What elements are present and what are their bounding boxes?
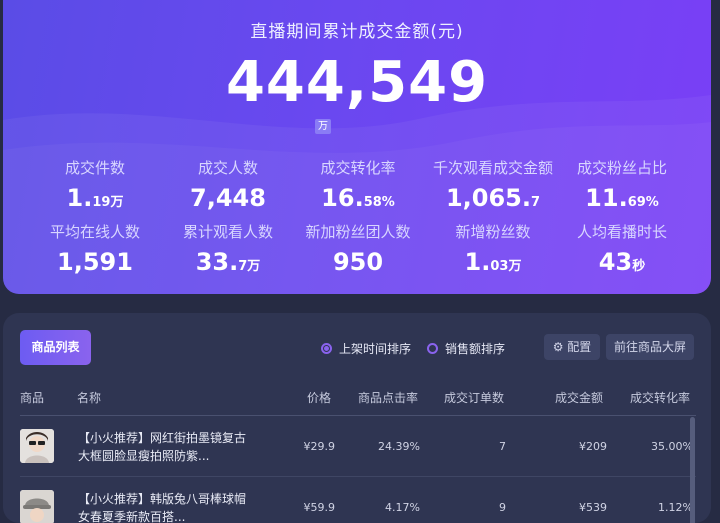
column-header-click-rate: 商品点击率 <box>358 391 419 405</box>
column-header-name: 名称 <box>77 391 102 405</box>
gear-icon: ⚙ <box>552 340 564 354</box>
table-scrollbar[interactable] <box>690 417 695 523</box>
stat-value: 43秒 <box>598 248 646 276</box>
product-click-rate: 24.39% <box>378 440 420 453</box>
product-amount: ¥539 <box>579 501 607 514</box>
column-header-amount: 成交金额 <box>555 391 604 405</box>
stat-label: 千次观看成交金额 <box>432 159 553 177</box>
product-price: ¥59.9 <box>303 501 336 514</box>
stat-gpm: 千次观看成交金额 1,065.7 <box>423 157 563 212</box>
radio-selected-icon[interactable] <box>321 343 332 354</box>
product-conversion: 1.12% <box>658 501 693 514</box>
stat-new-fan-club: 新加粉丝团人数 950 <box>288 221 428 276</box>
stat-label: 成交人数 <box>197 159 258 177</box>
table-row[interactable]: 【小火推荐】韩版兔八哥棒球帽女春夏季新款百搭... ¥59.9 4.17% 9 … <box>20 477 696 523</box>
stat-total-viewers: 累计观看人数 33.7万 <box>158 221 298 276</box>
product-name[interactable]: 【小火推荐】韩版兔八哥棒球帽女春夏季新款百搭... <box>78 490 253 523</box>
stat-value: 16.58% <box>321 184 395 212</box>
stat-label: 成交粉丝占比 <box>576 159 667 177</box>
column-header-conversion: 成交转化率 <box>630 391 691 405</box>
product-orders: 9 <box>499 501 506 514</box>
stat-value: 950 <box>332 248 384 276</box>
product-list-tab[interactable]: 商品列表 <box>20 330 91 365</box>
product-amount: ¥209 <box>579 440 607 453</box>
stat-avg-online: 平均在线人数 1,591 <box>25 221 165 276</box>
hero-total-value: 444,549 <box>225 50 489 115</box>
product-conversion: 35.00% <box>651 440 693 453</box>
table-row[interactable]: 【小火推荐】网红街拍墨镜复古大框圆脸显瘦拍照防紫... ¥29.9 24.39%… <box>20 416 696 476</box>
stat-label: 新增粉丝数 <box>455 223 531 241</box>
stat-value: 7,448 <box>190 184 266 212</box>
summary-hero: 直播期间累计成交金额(元) 444,549 万 成交件数 1.19万 成交人数 … <box>3 0 711 294</box>
hero-unit-badge: 万 <box>315 119 331 134</box>
product-price: ¥29.9 <box>303 440 336 453</box>
column-header-orders: 成交订单数 <box>444 391 505 405</box>
stat-new-fans: 新增粉丝数 1.03万 <box>423 221 563 276</box>
sort-by-listing-time[interactable]: 上架时间排序 <box>321 340 411 357</box>
stat-label: 平均在线人数 <box>49 223 140 241</box>
stat-value: 1,065.7 <box>445 184 541 212</box>
hero-title: 直播期间累计成交金额(元) <box>250 22 464 42</box>
product-thumbnail[interactable] <box>20 429 54 463</box>
stat-buyers: 成交人数 7,448 <box>158 157 298 212</box>
stat-value: 33.7万 <box>195 248 261 276</box>
stat-label: 人均看播时长 <box>576 223 667 241</box>
radio-unselected-icon[interactable] <box>427 343 438 354</box>
stat-label: 成交转化率 <box>320 159 396 177</box>
product-name[interactable]: 【小火推荐】网红街拍墨镜复古大框圆脸显瘦拍照防紫... <box>78 429 253 465</box>
column-header-price: 价格 <box>307 391 332 405</box>
product-list-panel: 商品列表 上架时间排序 销售额排序 ⚙ 配置 前往商品大屏 商品 名称 价格 商… <box>3 313 711 523</box>
config-button[interactable]: ⚙ 配置 <box>544 334 600 360</box>
stat-label: 累计观看人数 <box>182 223 273 241</box>
goto-product-bigscreen-button[interactable]: 前往商品大屏 <box>606 334 694 360</box>
column-header-product: 商品 <box>20 391 45 405</box>
stat-avg-watch-time: 人均看播时长 43秒 <box>552 221 692 276</box>
stat-value: 1,591 <box>57 248 133 276</box>
product-orders: 7 <box>499 440 506 453</box>
stat-label: 新加粉丝团人数 <box>305 223 411 241</box>
stat-conversion-rate: 成交转化率 16.58% <box>288 157 428 212</box>
sort-option-label: 上架时间排序 <box>339 342 412 356</box>
stat-value: 1.19万 <box>66 184 124 212</box>
sort-by-sales[interactable]: 销售额排序 <box>427 340 505 357</box>
stat-value: 1.03万 <box>464 248 522 276</box>
stat-value: 11.69% <box>585 184 659 212</box>
sort-option-label: 销售额排序 <box>445 342 506 356</box>
product-click-rate: 4.17% <box>385 501 420 514</box>
stat-orders: 成交件数 1.19万 <box>25 157 165 212</box>
stat-fan-share: 成交粉丝占比 11.69% <box>552 157 692 212</box>
stat-label: 成交件数 <box>64 159 125 177</box>
product-thumbnail[interactable] <box>20 490 54 523</box>
